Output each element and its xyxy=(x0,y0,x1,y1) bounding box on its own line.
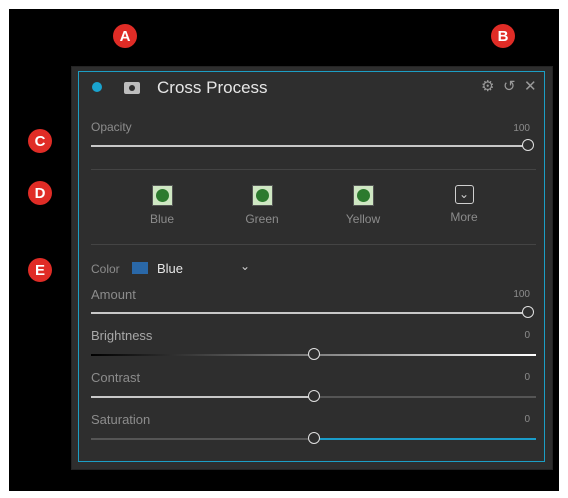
brightness-slider-thumb[interactable] xyxy=(307,348,320,360)
chevron-down-box-icon: ⌄ xyxy=(454,185,474,204)
amount-value: 100 xyxy=(513,289,530,300)
gear-icon[interactable]: ⚙ xyxy=(481,78,494,96)
preset-more[interactable]: ⌄ More xyxy=(434,185,494,224)
preset-label: Yellow xyxy=(345,212,381,226)
amount-label: Amount xyxy=(91,287,136,302)
annotation-marker-c: C xyxy=(28,129,52,153)
preset-label: Blue xyxy=(149,212,175,226)
contrast-value: 0 xyxy=(524,372,530,383)
filter-title: Cross Process xyxy=(157,78,268,97)
preset-blue[interactable]: Blue xyxy=(132,185,192,226)
annotation-marker-d: D xyxy=(28,181,52,205)
contrast-slider-track-left[interactable] xyxy=(91,396,313,398)
filter-panel-highlight xyxy=(78,71,545,462)
saturation-slider-track-right[interactable] xyxy=(313,438,536,440)
saturation-slider-thumb[interactable] xyxy=(307,432,320,444)
brightness-value: 0 xyxy=(524,330,530,341)
color-value[interactable]: Blue xyxy=(157,261,183,276)
amount-slider-track[interactable] xyxy=(91,312,528,314)
opacity-slider-thumb[interactable] xyxy=(522,139,534,151)
contrast-slider-track-right[interactable] xyxy=(313,396,536,398)
chevron-down-icon[interactable]: ⌄ xyxy=(240,259,250,273)
section-divider xyxy=(91,169,536,170)
preset-green[interactable]: Green xyxy=(232,185,292,226)
close-icon[interactable]: ✕ xyxy=(524,78,537,96)
preset-label: Green xyxy=(245,212,279,226)
preset-yellow[interactable]: Yellow xyxy=(333,185,393,226)
tree-thumbnail-icon xyxy=(251,185,273,206)
annotation-marker-b: B xyxy=(491,24,515,48)
contrast-label: Contrast xyxy=(91,370,141,385)
saturation-label: Saturation xyxy=(91,412,151,427)
annotation-marker-e: E xyxy=(28,258,52,282)
opacity-label: Opacity xyxy=(91,120,132,134)
reset-icon[interactable]: ↺ xyxy=(503,78,516,96)
tree-thumbnail-icon xyxy=(352,185,374,206)
opacity-slider-track[interactable] xyxy=(91,145,528,147)
section-divider xyxy=(91,244,536,245)
mask-icon[interactable] xyxy=(124,82,140,94)
saturation-slider-track-left[interactable] xyxy=(91,438,313,440)
color-label: Color xyxy=(91,262,120,276)
color-swatch[interactable] xyxy=(132,262,148,274)
brightness-label: Brightness xyxy=(91,328,153,343)
amount-slider-thumb[interactable] xyxy=(522,306,534,318)
preset-label: More xyxy=(450,210,478,224)
annotation-marker-a: A xyxy=(113,24,137,48)
tree-thumbnail-icon xyxy=(151,185,173,206)
contrast-slider-thumb[interactable] xyxy=(307,390,320,402)
saturation-value: 0 xyxy=(524,414,530,425)
opacity-value: 100 xyxy=(513,123,530,134)
filter-enable-toggle[interactable] xyxy=(92,82,102,92)
